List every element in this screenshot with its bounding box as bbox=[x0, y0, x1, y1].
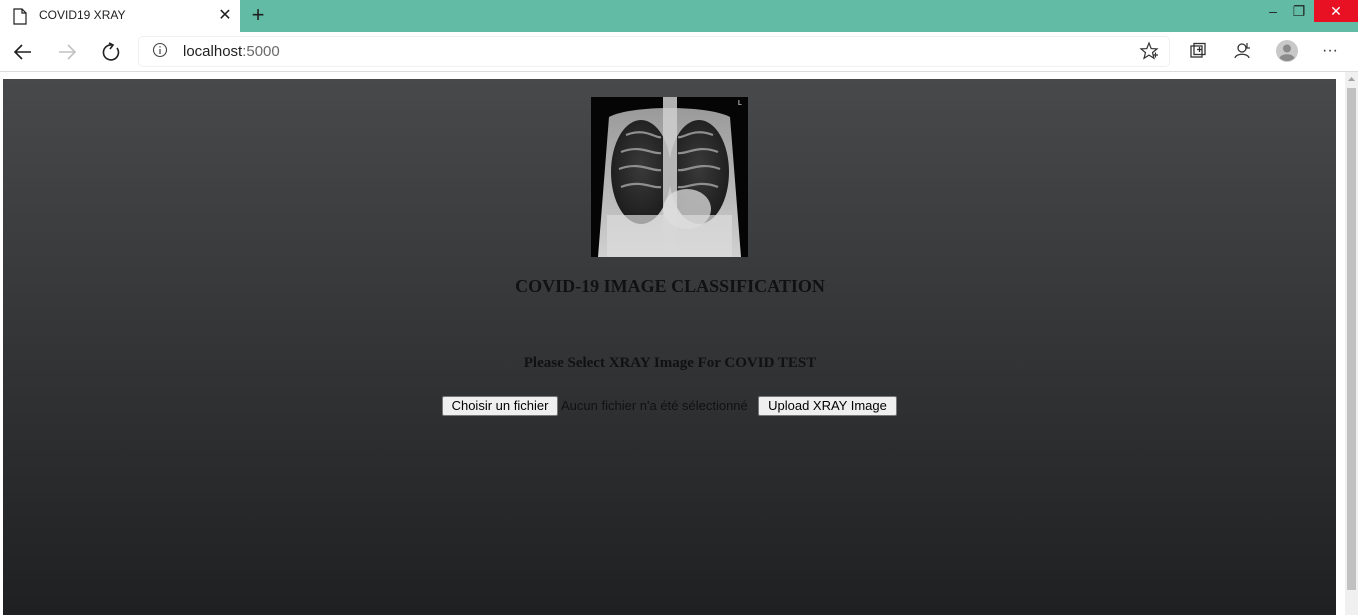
tab-strip: COVID19 XRAY ✕ + – ❐ ✕ bbox=[0, 0, 1358, 32]
url-text[interactable]: localhost:5000 bbox=[183, 43, 280, 60]
scrollbar-thumb[interactable] bbox=[1347, 88, 1356, 590]
collections-icon[interactable] bbox=[1187, 40, 1209, 62]
tab-active[interactable]: COVID19 XRAY ✕ bbox=[0, 0, 240, 32]
choose-file-button[interactable]: Choisir un fichier bbox=[442, 396, 558, 416]
back-icon[interactable] bbox=[11, 40, 35, 64]
new-tab-button[interactable]: + bbox=[247, 4, 269, 26]
file-status-text: Aucun fichier n'a été sélectionné bbox=[561, 398, 748, 413]
refresh-icon[interactable] bbox=[99, 40, 123, 64]
info-icon[interactable] bbox=[152, 42, 168, 58]
feedback-icon[interactable] bbox=[1231, 40, 1253, 62]
url-port: :5000 bbox=[242, 43, 280, 60]
close-window-button[interactable]: ✕ bbox=[1314, 0, 1358, 22]
favorite-star-icon[interactable] bbox=[1138, 40, 1160, 62]
upload-xray-button[interactable]: Upload XRAY Image bbox=[758, 396, 897, 416]
more-menu-icon[interactable]: ··· bbox=[1322, 40, 1344, 62]
page-icon bbox=[13, 8, 27, 25]
tab-close-icon[interactable]: ✕ bbox=[216, 7, 234, 25]
scroll-up-icon[interactable] bbox=[1347, 74, 1356, 84]
page-title: COVID-19 IMAGE CLASSIFICATION bbox=[515, 276, 825, 296]
address-bar[interactable] bbox=[139, 37, 1169, 66]
tab-title: COVID19 XRAY bbox=[39, 8, 126, 22]
xray-marker-label: L bbox=[738, 100, 742, 107]
maximize-button[interactable]: ❐ bbox=[1288, 0, 1310, 32]
upload-instructions: Please Select XRAY Image For COVID TEST bbox=[523, 355, 817, 371]
profile-avatar[interactable] bbox=[1276, 40, 1298, 62]
url-host: localhost bbox=[183, 43, 243, 60]
minimize-button[interactable]: – bbox=[1262, 0, 1284, 32]
chest-xray-image: L bbox=[591, 97, 748, 257]
forward-icon[interactable] bbox=[55, 40, 79, 64]
